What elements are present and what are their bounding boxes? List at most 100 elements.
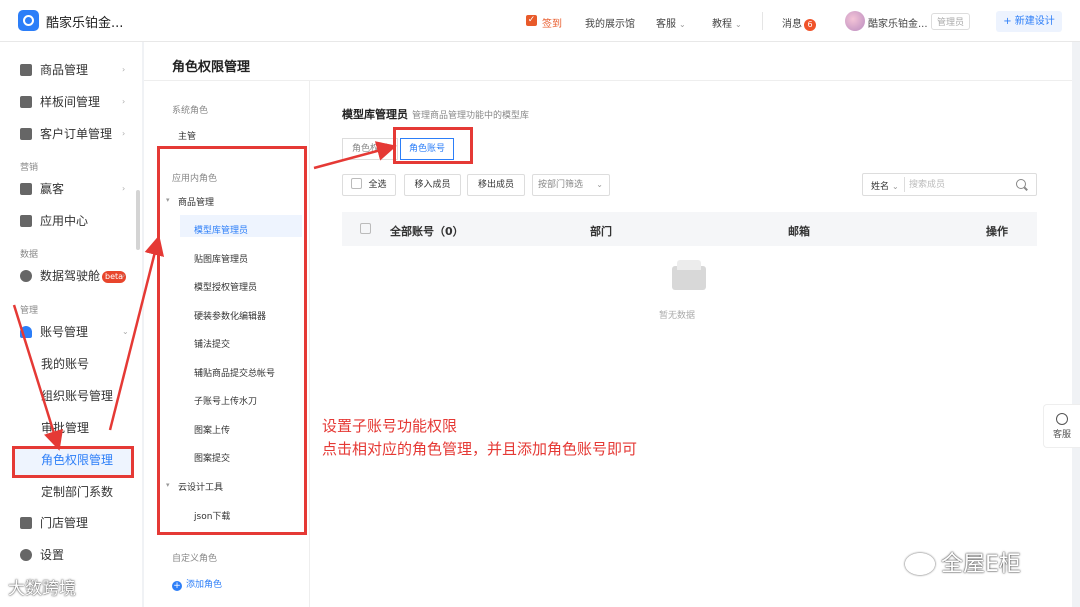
column-header-department: 部门 [590, 225, 612, 238]
role-group-system: 系统角色 [172, 106, 209, 116]
member-search: 姓名 ⌄ [862, 173, 1037, 196]
chevron-down-icon: ⌄ [679, 20, 686, 29]
role-group-custom: 自定义角色 [172, 554, 218, 564]
sidebar-sub-dept-coefficient[interactable]: 定制部门系数 [41, 483, 113, 500]
role-title: 模型库管理员 [342, 108, 408, 121]
search-icon[interactable] [1016, 179, 1026, 189]
wechat-icon [905, 553, 935, 575]
watermark-right-label: 全屋E柜 [941, 552, 1021, 577]
sidebar-item-label: 应用中心 [40, 214, 89, 228]
remove-member-button[interactable]: 移出成员 [467, 174, 525, 196]
sidebar-sub-approval[interactable]: 审批管理 [41, 419, 89, 436]
product-icon [20, 64, 32, 76]
chart-pie-icon [20, 270, 32, 282]
sidebar-group-manage: 管理 [20, 306, 39, 316]
sidebar-item-products[interactable]: 商品管理 [20, 61, 88, 78]
sidebar-scrollbar[interactable] [136, 190, 140, 250]
chevron-right-icon: › [122, 97, 126, 106]
sidebar-item-label: 赢客 [40, 182, 65, 196]
handshake-icon [20, 183, 32, 195]
sidebar-group-marketing: 营销 [20, 163, 39, 173]
sidebar-item-stores[interactable]: 门店管理 [20, 514, 88, 531]
chevron-right-icon: › [122, 65, 126, 74]
role-tag: 管理员 [931, 13, 971, 30]
service-menu[interactable]: 客服 ⌄ [656, 15, 686, 30]
sidebar-sub-org-accounts[interactable]: 组织账号管理 [41, 387, 113, 404]
chevron-right-icon: › [122, 129, 126, 138]
messages-link[interactable]: 消息 6 [782, 15, 816, 31]
sidebar-item-label: 设置 [40, 548, 65, 562]
page-title: 角色权限管理 [172, 60, 251, 75]
chevron-right-icon: › [122, 271, 126, 280]
empty-state-text: 暂无数据 [659, 311, 696, 321]
divider [762, 12, 763, 30]
add-member-button[interactable]: 移入成员 [404, 174, 461, 196]
showroom-link[interactable]: 我的展示馆 [585, 15, 635, 30]
role-item-supervisor[interactable]: 主管 [178, 129, 196, 142]
user-name[interactable]: 酷家乐铂金... [868, 15, 928, 30]
sidebar-item-label: 门店管理 [40, 516, 89, 530]
role-description: 管理商品管理功能中的模型库 [412, 111, 530, 121]
select-all-checkbox[interactable]: 全选 [342, 174, 396, 196]
empty-box-icon [672, 260, 706, 290]
select-all-label: 全选 [368, 180, 387, 190]
sidebar-item-settings[interactable]: 设置 [20, 546, 64, 563]
chevron-down-icon: ⌄ [735, 20, 742, 29]
apps-icon [20, 215, 32, 227]
sidebar-sub-my-account[interactable]: 我的账号 [41, 355, 89, 372]
checkin-link[interactable]: 签到 [542, 15, 562, 30]
chevron-down-icon: ⌄ [892, 182, 899, 191]
sidebar-item-label: 客户订单管理 [40, 127, 113, 141]
sidebar-item-label: 数据驾驶舱 [40, 269, 101, 283]
app-title[interactable]: 酷家乐铂金... [46, 12, 123, 31]
highlight-box-role-list [157, 146, 307, 535]
sidebar-item-label: 账号管理 [40, 325, 89, 339]
message-count-badge: 6 [804, 19, 816, 31]
new-design-button[interactable]: + 新建设计 [996, 11, 1062, 32]
search-input[interactable] [909, 177, 1009, 192]
top-bar: 酷家乐铂金... ✓ 签到 我的展示馆 客服 ⌄ 教程 ⌄ 消息 6 酷家乐铂金...… [0, 0, 1080, 42]
sidebar-item-yingke[interactable]: 赢客 [20, 180, 64, 197]
sidebar-item-showrooms[interactable]: 样板间管理 [20, 93, 100, 110]
messages-label: 消息 [782, 19, 802, 30]
column-header-accounts: 全部账号（0） [390, 225, 464, 238]
order-icon [20, 128, 32, 140]
dept-filter-label: 按部门筛选 [538, 180, 584, 190]
sidebar-item-label: 样板间管理 [40, 95, 101, 109]
tab-role-permission[interactable]: 角色权限 [342, 138, 398, 160]
floating-service-label: 客服 [1052, 430, 1071, 440]
chevron-down-icon: ⌄ [596, 180, 603, 189]
sidebar-item-data-cockpit[interactable]: 数据驾驶舱 beta [20, 267, 127, 284]
checkin-icon[interactable]: ✓ [526, 15, 537, 26]
store-icon [20, 517, 32, 529]
column-header-email: 邮箱 [788, 225, 810, 238]
watermark-left: 大数跨境 [8, 579, 76, 599]
divider [904, 177, 905, 192]
tutorial-menu[interactable]: 教程 ⌄ [712, 15, 742, 30]
search-type-select[interactable]: 姓名 ⌄ [871, 179, 899, 192]
sidebar-group-data: 数据 [20, 250, 39, 260]
sidebar-item-orders[interactable]: 客户订单管理 [20, 125, 112, 142]
search-type-label: 姓名 [871, 182, 890, 192]
headset-icon [1056, 413, 1068, 425]
chevron-down-icon: ⌄ [122, 327, 129, 336]
add-role-button[interactable]: + 添加角色 [172, 577, 222, 591]
plus-icon: + [172, 581, 182, 591]
annotation-text-line1: 设置子账号功能权限 [322, 417, 458, 435]
chevron-right-icon: › [122, 184, 126, 193]
checkbox-icon [351, 178, 363, 189]
sidebar-item-account-manage[interactable]: 账号管理 [20, 323, 88, 340]
watermark-right: 全屋E柜 [905, 546, 1021, 578]
logo-icon[interactable] [18, 10, 39, 31]
showroom-icon [20, 96, 32, 108]
gear-icon [20, 549, 32, 561]
sidebar-item-label: 商品管理 [40, 63, 89, 77]
avatar[interactable] [845, 11, 865, 31]
dept-filter-select[interactable]: 按部门筛选 ⌄ [532, 174, 610, 196]
sidebar-item-app-center[interactable]: 应用中心 [20, 212, 88, 229]
table-header: 全部账号（0） 部门 邮箱 操作 [342, 212, 1037, 246]
table-select-all-checkbox[interactable] [360, 223, 371, 234]
floating-service-button[interactable]: 客服 [1043, 404, 1080, 448]
user-icon [20, 326, 32, 338]
add-role-label: 添加角色 [186, 580, 223, 590]
